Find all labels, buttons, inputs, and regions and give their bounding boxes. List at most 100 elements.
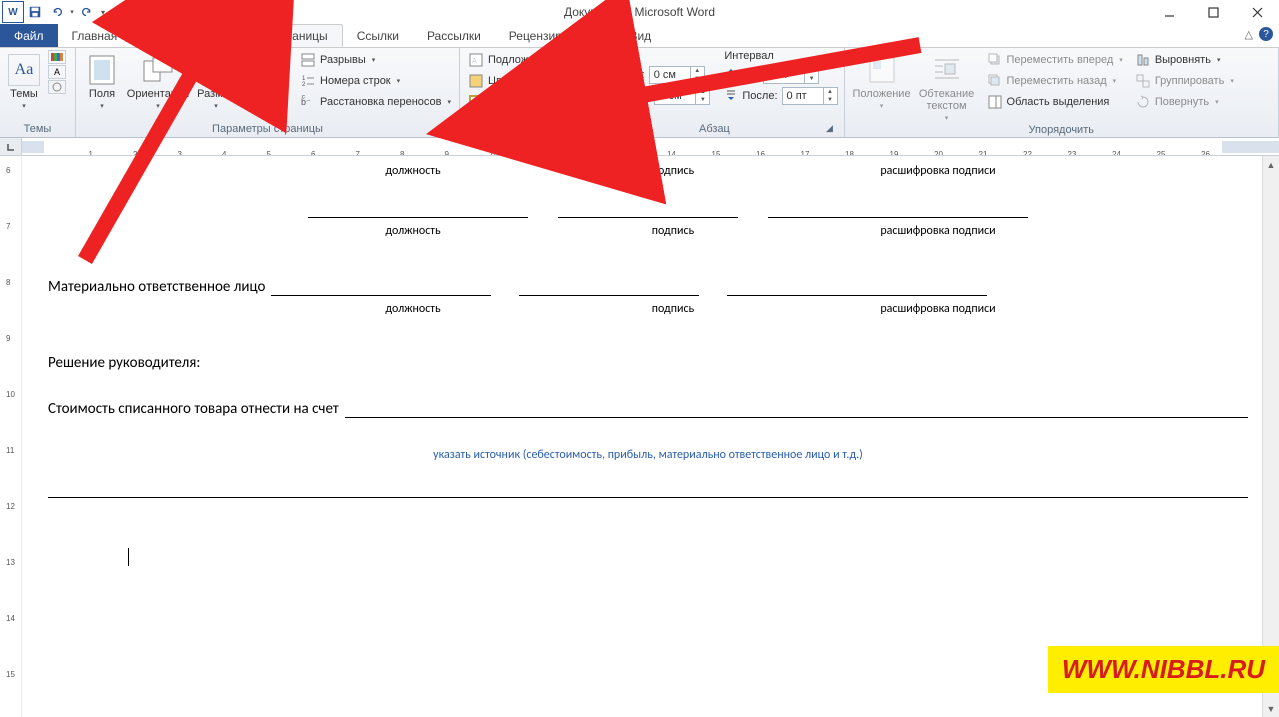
spacing-title: Интервал	[724, 50, 837, 64]
group-label-paragraph: Абзац◢	[591, 121, 837, 137]
help-icon[interactable]: ?	[1259, 27, 1273, 41]
doc-label-decipher-3: расшифровка подписи	[768, 302, 1108, 316]
selection-pane-button[interactable]: Область выделения	[985, 92, 1125, 112]
group-themes: Aa Темы ▾ A Темы	[0, 48, 76, 137]
line-numbers-button[interactable]: 12Номера строк▾	[298, 71, 453, 91]
bring-forward-button[interactable]: Переместить вперед▾	[985, 50, 1125, 70]
group-label-arrange: Упорядочить	[851, 122, 1272, 138]
indent-right-label: Справа:	[609, 90, 650, 102]
doc-cost-label: Стоимость списанного товара отнести на с…	[48, 400, 339, 418]
window-title: Документ2 - Microsoft Word	[564, 5, 715, 19]
doc-label-position-2: должность	[248, 224, 578, 238]
document-area: 6789101112131415 должность подпись расши…	[0, 156, 1279, 717]
indent-left-row: Слева: 0 см▲▼	[591, 65, 710, 85]
spacing-after-label: После:	[742, 90, 777, 102]
theme-colors-button[interactable]	[48, 50, 66, 64]
vertical-scrollbar[interactable]: ▲ ▼	[1262, 156, 1279, 717]
redo-button[interactable]	[76, 1, 98, 23]
tab-review[interactable]: Рецензирование	[495, 24, 616, 47]
tab-mailings[interactable]: Рассылки	[413, 24, 495, 47]
doc-responsible-label: Материально ответственное лицо	[48, 278, 265, 296]
spacing-after-icon	[724, 88, 738, 105]
tab-view[interactable]: Вид	[615, 24, 665, 47]
position-button[interactable]: Положение▾	[851, 50, 913, 110]
themes-button[interactable]: Aa Темы ▾	[6, 50, 42, 110]
tab-references[interactable]: Ссылки	[343, 24, 413, 47]
columns-button[interactable]: Колонки▾	[242, 50, 290, 110]
title-bar: W ▾ ▾ Документ2 - Microsoft Word	[0, 0, 1279, 24]
doc-label-signature-2: подпись	[578, 224, 768, 238]
tab-home[interactable]: Главная	[58, 24, 132, 47]
ruler-area: 3211234567891011121314151617181920212223…	[0, 138, 1279, 156]
word-icon[interactable]: W	[2, 1, 24, 23]
size-button[interactable]: Размер▾	[194, 50, 238, 110]
hyphenation-button[interactable]: bͨ⁻Расстановка переносов▾	[298, 92, 453, 112]
group-label-page-bg: Фон страницы	[466, 121, 578, 137]
wrap-text-button[interactable]: Обтекание текстом▾	[917, 50, 977, 122]
doc-hint-text: указать источник (себестоимость, прибыль…	[48, 448, 1248, 462]
spacing-before-input[interactable]: 0 пт▲▼	[763, 66, 819, 84]
group-button[interactable]: Группировать▾	[1133, 71, 1236, 91]
doc-label-decipher: расшифровка подписи	[768, 164, 1108, 178]
spacing-before-icon	[724, 67, 738, 84]
save-button[interactable]	[24, 1, 46, 23]
tab-selector[interactable]	[0, 138, 22, 155]
send-backward-button[interactable]: Переместить назад▾	[985, 71, 1125, 91]
spacing-before-label: До:	[742, 69, 759, 81]
scroll-down-button[interactable]: ▼	[1263, 700, 1279, 717]
group-page-setup: Поля▾ Ориентация▾ Размер▾ Колонки▾ Разры…	[76, 48, 460, 137]
indent-title: Отступ	[591, 50, 710, 64]
spacing-after-input[interactable]: 0 пт▲▼	[782, 87, 838, 105]
scroll-up-button[interactable]: ▲	[1263, 156, 1279, 173]
watermark-button[interactable]: AПодложка▾	[466, 50, 578, 70]
tab-page-layout[interactable]: Разметка страницы	[204, 24, 343, 47]
indent-right-input[interactable]: 0 см▲▼	[654, 87, 710, 105]
theme-fonts-button[interactable]: A	[48, 65, 66, 79]
margins-button[interactable]: Поля▾	[82, 50, 122, 110]
page-setup-launcher[interactable]: ◢	[439, 123, 451, 135]
help-area: △ ?	[1245, 27, 1273, 41]
window-controls	[1147, 0, 1279, 24]
align-button[interactable]: Выровнять▾	[1133, 50, 1236, 70]
indent-left-icon	[591, 67, 605, 84]
doc-label-position-3: должность	[248, 302, 578, 316]
doc-label-signature-3: подпись	[578, 302, 768, 316]
horizontal-ruler[interactable]: 3211234567891011121314151617181920212223…	[22, 138, 1279, 155]
minimize-ribbon-icon[interactable]: △	[1245, 28, 1253, 41]
tab-insert[interactable]: Вставка	[131, 24, 204, 47]
undo-button[interactable]	[46, 1, 68, 23]
doc-label-decipher-2: расшифровка подписи	[768, 224, 1108, 238]
doc-label-signature: подпись	[578, 164, 768, 178]
svg-text:A: A	[472, 58, 477, 65]
watermark-text: WWW.NIBBL.RU	[1062, 654, 1265, 684]
svg-text:bͨ⁻: bͨ⁻	[301, 95, 311, 107]
ribbon-tabs: Файл Главная Вставка Разметка страницы С…	[0, 24, 1279, 48]
qat-customize[interactable]: ▾	[98, 1, 108, 23]
page-color-button[interactable]: Цвет страницы▾	[466, 71, 578, 91]
tab-file[interactable]: Файл	[0, 24, 58, 47]
doc-label-position: должность	[248, 164, 578, 178]
qat-dropdown[interactable]: ▾	[68, 1, 76, 23]
rotate-button[interactable]: Повернуть▾	[1133, 92, 1236, 112]
theme-effects-button[interactable]	[48, 80, 66, 94]
paragraph-launcher[interactable]: ◢	[824, 123, 836, 135]
group-label-themes: Темы	[6, 121, 69, 137]
watermark-banner: WWW.NIBBL.RU	[1048, 646, 1279, 693]
document-page[interactable]: должность подпись расшифровка подписи до…	[22, 156, 1262, 717]
orientation-button[interactable]: Ориентация▾	[126, 50, 190, 110]
page-borders-button[interactable]: Границы страниц	[466, 92, 578, 112]
indent-left-input[interactable]: 0 см▲▼	[649, 66, 705, 84]
group-arrange: Положение▾ Обтекание текстом▾ Переместит…	[845, 48, 1279, 137]
group-paragraph: Отступ Слева: 0 см▲▼ Справа: 0 см▲▼ Инте…	[585, 48, 844, 137]
indent-left-label: Слева:	[609, 69, 644, 81]
breaks-button[interactable]: Разрывы▾	[298, 50, 453, 70]
maximize-button[interactable]	[1191, 0, 1235, 24]
svg-text:2: 2	[302, 82, 306, 88]
theme-options: A	[48, 50, 66, 94]
close-button[interactable]	[1235, 0, 1279, 24]
ribbon: Aa Темы ▾ A Темы Поля▾ Ориентация▾	[0, 48, 1279, 138]
indent-right-icon	[591, 88, 605, 105]
vertical-ruler[interactable]: 6789101112131415	[0, 156, 22, 717]
minimize-button[interactable]	[1147, 0, 1191, 24]
quick-access-toolbar: W ▾ ▾	[0, 1, 108, 23]
